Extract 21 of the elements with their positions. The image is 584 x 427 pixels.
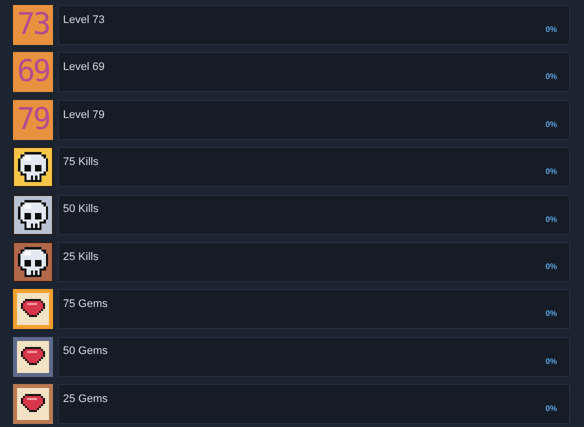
progress-percent: 0%: [545, 214, 557, 226]
achievement-name: 50 Kills: [63, 202, 98, 218]
achievement-name: 25 Kills: [63, 250, 98, 265]
level-badge-icon: 69: [13, 52, 53, 92]
progress-percent: 0%: [545, 403, 557, 416]
achievement-name: 75 Gems: [63, 297, 108, 312]
achievement-name: Level 79: [63, 108, 105, 123]
progress-percent: 0%: [545, 166, 557, 178]
progress-percent: 0%: [545, 260, 557, 273]
progress-percent: 0%: [545, 71, 557, 84]
achievement-name: 25 Gems: [63, 392, 108, 407]
progress-percent: 0%: [545, 356, 557, 368]
achievement-name: 50 Gems: [63, 344, 108, 360]
achievement-name: 75 Kills: [63, 154, 98, 170]
progress-percent: 0%: [545, 118, 557, 131]
progress-percent: 0%: [545, 24, 557, 36]
achievement-name: Level 73: [63, 12, 105, 28]
achievement-name: Level 69: [63, 60, 105, 76]
progress-percent: 0%: [545, 308, 557, 320]
level-badge-icon: 73: [13, 5, 53, 45]
level-badge-icon: 79: [13, 100, 53, 140]
